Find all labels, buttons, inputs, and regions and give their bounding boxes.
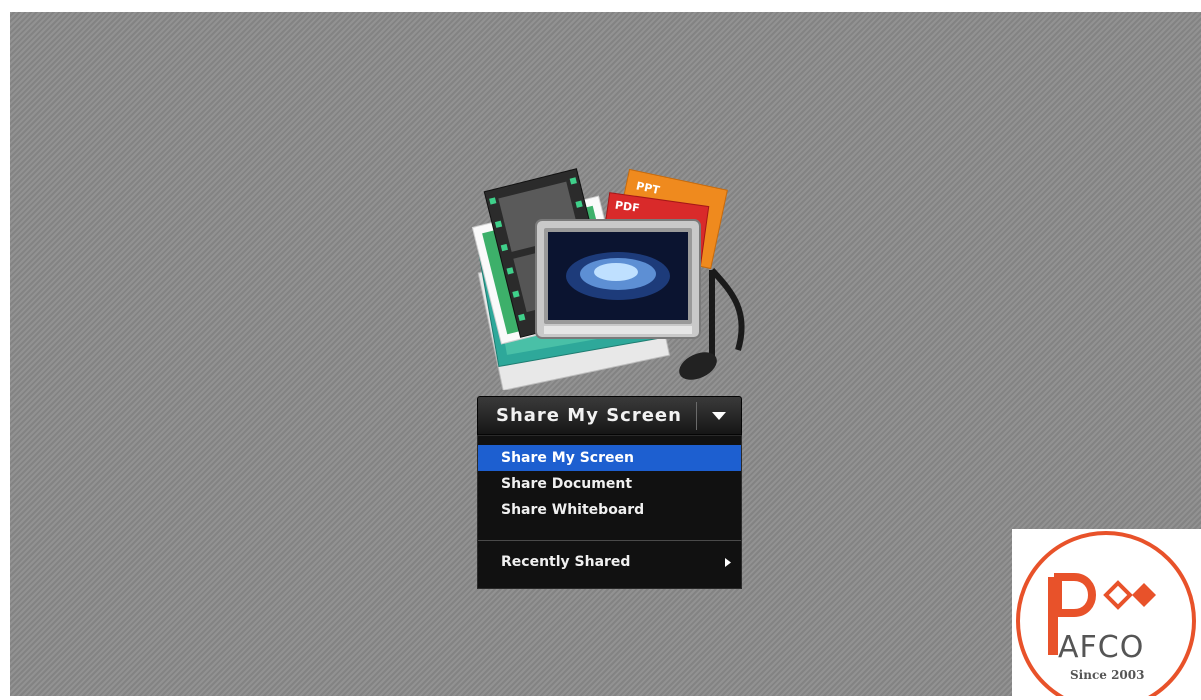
dropdown-toggle[interactable] <box>697 397 741 434</box>
menu-item-label: Share Document <box>501 476 633 492</box>
menu-item-share-whiteboard[interactable]: Share Whiteboard <box>478 497 741 523</box>
menu-separator <box>478 540 741 541</box>
logo-letters: AFCO <box>1058 630 1144 665</box>
pafco-logo: AFCO Since 2003 <box>1012 529 1201 700</box>
share-button-label: Share My Screen <box>496 405 682 426</box>
menu-item-label: Share Whiteboard <box>501 502 645 518</box>
pafco-logo-graphic: AFCO Since 2003 <box>1016 531 1196 700</box>
screen-icon <box>535 219 701 339</box>
share-dropdown-menu: Share My Screen Share Document Share Whi… <box>477 435 742 589</box>
triangle-right-icon <box>725 558 731 567</box>
menu-item-label: Recently Shared <box>501 554 631 570</box>
share-my-screen-button[interactable]: Share My Screen <box>477 396 742 435</box>
triangle-down-icon <box>712 411 726 420</box>
menu-item-share-my-screen[interactable]: Share My Screen <box>478 445 741 471</box>
menu-item-label: Share My Screen <box>501 450 634 466</box>
media-share-icon: PPT PDF <box>471 168 745 390</box>
logo-tagline: Since 2003 <box>1070 668 1144 682</box>
menu-item-recently-shared[interactable]: Recently Shared <box>478 549 741 575</box>
menu-item-share-document[interactable]: Share Document <box>478 471 741 497</box>
